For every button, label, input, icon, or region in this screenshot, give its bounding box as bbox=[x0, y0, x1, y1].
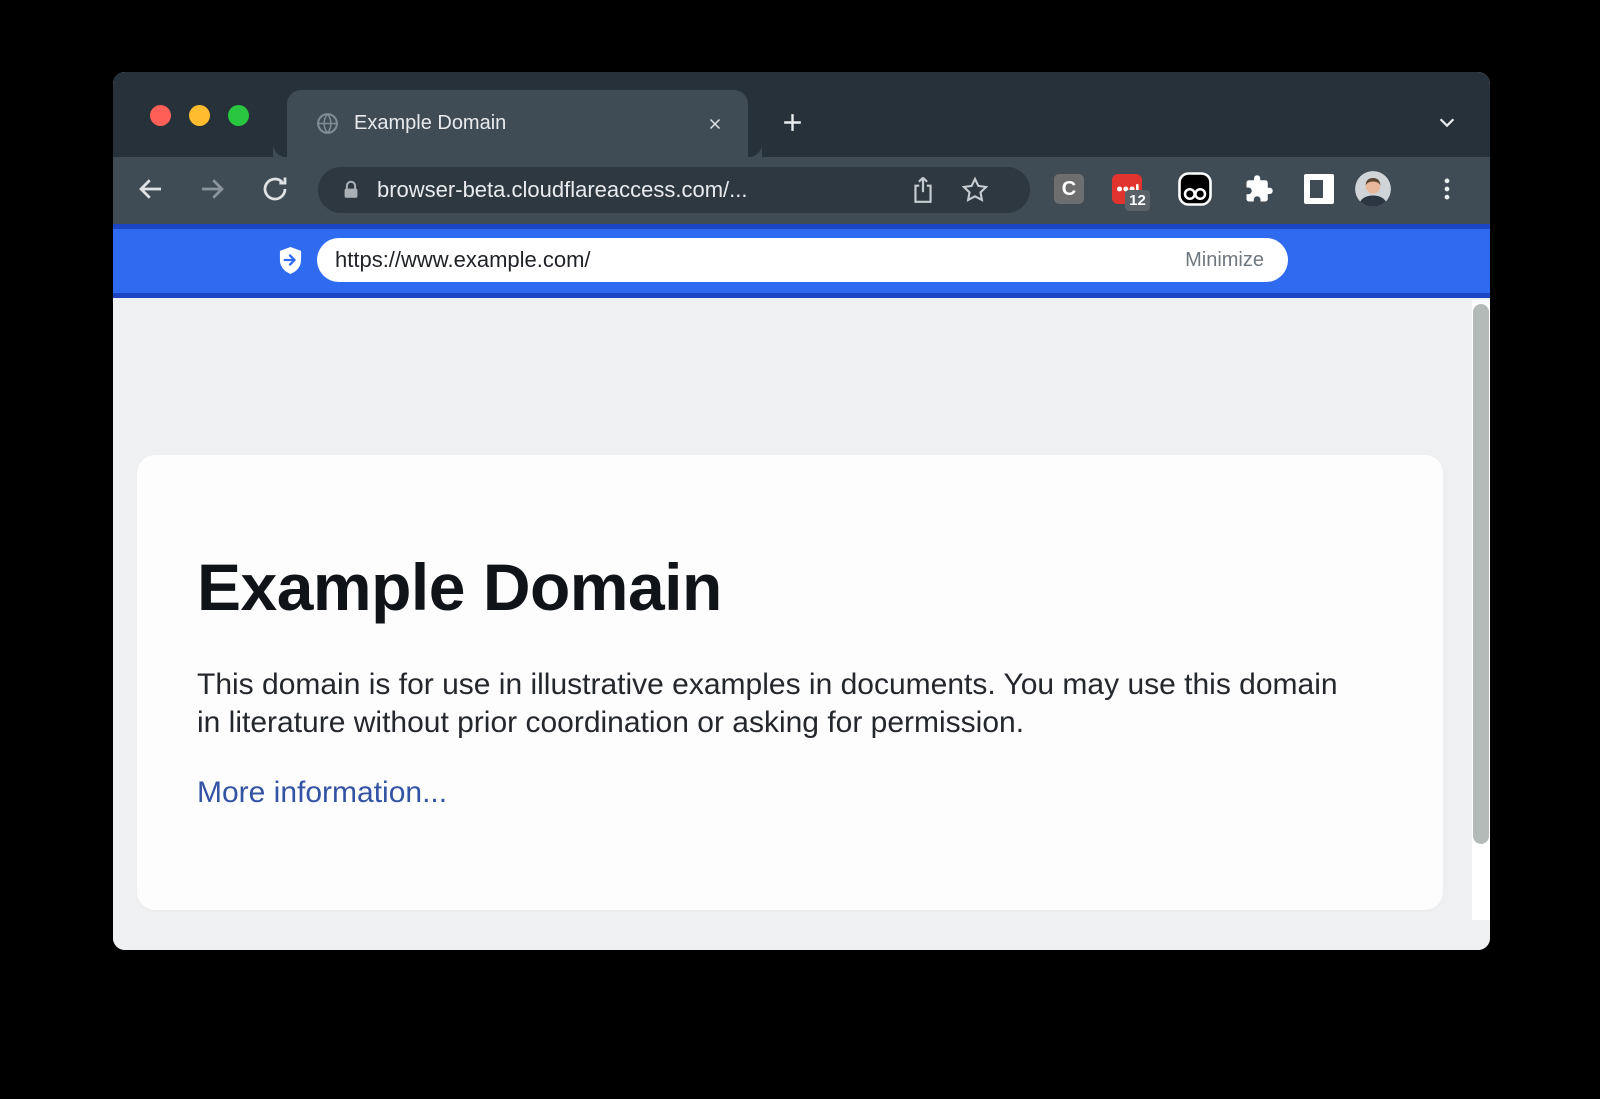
minimize-window-button[interactable] bbox=[189, 105, 210, 126]
two-circles-extension-button[interactable] bbox=[1177, 171, 1213, 207]
scrollbar-thumb[interactable] bbox=[1473, 304, 1489, 844]
fullscreen-window-button[interactable] bbox=[228, 105, 249, 126]
isolated-url: https://www.example.com/ bbox=[335, 247, 1185, 273]
isolated-url-bar[interactable]: https://www.example.com/ Minimize bbox=[317, 238, 1288, 282]
share-icon bbox=[910, 176, 936, 204]
browser-window: Example Domain browser-beta.clou bbox=[113, 72, 1490, 950]
share-button[interactable] bbox=[908, 175, 938, 205]
side-panel-icon bbox=[1304, 174, 1334, 204]
tab-title: Example Domain bbox=[354, 112, 700, 135]
address-bar[interactable]: browser-beta.cloudflareaccess.com/... bbox=[318, 167, 1030, 213]
side-panel-button[interactable] bbox=[1301, 171, 1337, 207]
plus-icon bbox=[780, 110, 805, 135]
globe-favicon-icon bbox=[315, 111, 340, 136]
minimize-bar-button[interactable]: Minimize bbox=[1185, 249, 1264, 272]
lock-icon bbox=[340, 179, 362, 201]
forward-icon bbox=[197, 174, 227, 204]
tab-close-button[interactable] bbox=[700, 109, 730, 139]
tab-strip: Example Domain bbox=[113, 72, 1490, 157]
address-url: browser-beta.cloudflareaccess.com/... bbox=[377, 177, 886, 203]
more-information-link[interactable]: More information... bbox=[197, 776, 447, 810]
c-extension-icon: C bbox=[1054, 174, 1084, 204]
extension-badge: 12 bbox=[1125, 190, 1150, 211]
browser-menu-button[interactable] bbox=[1429, 171, 1465, 207]
reload-icon bbox=[260, 174, 290, 204]
forward-button[interactable] bbox=[194, 171, 230, 207]
c-extension-button[interactable]: C bbox=[1051, 171, 1087, 207]
page-title: Example Domain bbox=[197, 550, 1363, 626]
close-icon bbox=[706, 115, 724, 133]
extensions-menu-button[interactable] bbox=[1241, 171, 1277, 207]
kebab-menu-icon bbox=[1434, 176, 1460, 202]
page-viewport: Example Domain This domain is for use in… bbox=[113, 298, 1490, 950]
tab-overview-button[interactable] bbox=[1429, 104, 1465, 140]
isolation-bar: https://www.example.com/ Minimize bbox=[113, 224, 1490, 298]
shield-arrow-icon bbox=[278, 246, 303, 275]
scrollbar-track bbox=[1472, 300, 1490, 920]
avatar-image bbox=[1355, 171, 1391, 207]
reload-button[interactable] bbox=[257, 171, 293, 207]
puzzle-extensions-icon bbox=[1244, 174, 1274, 204]
tab-example-domain[interactable]: Example Domain bbox=[287, 90, 748, 157]
close-window-button[interactable] bbox=[150, 105, 171, 126]
content-card: Example Domain This domain is for use in… bbox=[137, 455, 1443, 910]
two-circles-extension-icon bbox=[1178, 172, 1212, 206]
profile-avatar[interactable] bbox=[1355, 171, 1391, 207]
back-icon bbox=[136, 174, 166, 204]
back-button[interactable] bbox=[133, 171, 169, 207]
red-dots-extension-button[interactable]: 12 bbox=[1109, 171, 1145, 207]
main-toolbar: browser-beta.cloudflareaccess.com/... C … bbox=[113, 157, 1490, 224]
bookmark-star-icon bbox=[961, 176, 989, 204]
bookmark-button[interactable] bbox=[960, 175, 990, 205]
page-paragraph: This domain is for use in illustrative e… bbox=[197, 666, 1352, 742]
chevron-down-icon bbox=[1436, 111, 1458, 133]
new-tab-button[interactable] bbox=[774, 104, 810, 140]
